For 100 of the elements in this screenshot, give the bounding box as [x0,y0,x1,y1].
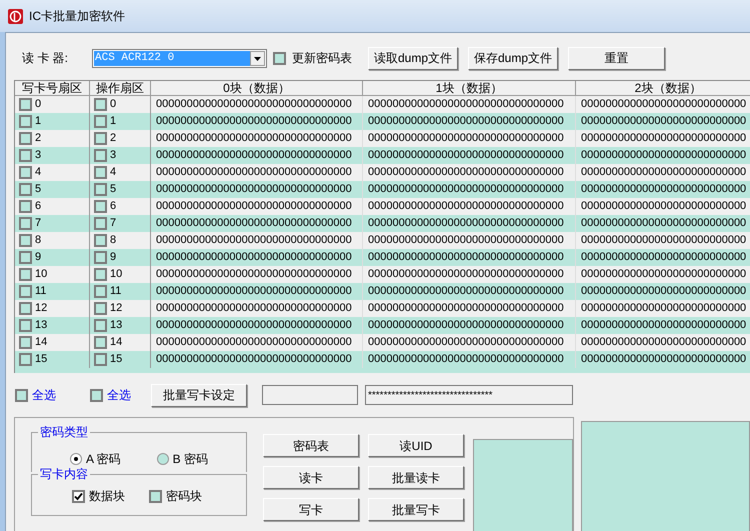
push-button[interactable]: 重置 [568,46,665,70]
table-cell-text: 13 [110,318,122,334]
sector-checkbox[interactable] [94,149,107,162]
table-cell-text: 00000000000000000000000000000000 [368,114,564,130]
table-cell-text: 00000000000000000000000000000000 [368,267,564,282]
push-button[interactable]: 批量读卡 [368,466,464,489]
table-cell-text: 11 [110,284,122,300]
table-cell-text: 14 [35,335,48,350]
select-all-link[interactable]: 全选 [107,386,131,404]
table-cell-text: 7 [110,216,116,232]
sector-checkbox[interactable] [94,217,107,230]
select-all-link[interactable]: 全选 [32,386,56,404]
table-cell-text: 00000000000000000000000000000000 [156,182,352,198]
table-cell-text: 4 [35,165,42,180]
sector-checkbox[interactable] [94,200,107,213]
table-cell-text: 1 [35,114,42,130]
app-logo-icon [8,8,23,24]
sector-checkbox[interactable] [19,166,32,179]
checkbox-label: 数据块 [89,488,125,505]
table-cell-text: 14 [110,335,122,350]
table-cell-text: 00000000000000000000000000000000 [156,199,352,214]
push-button[interactable]: 批量写卡设定 [151,384,247,406]
sector-checkbox[interactable] [94,302,107,315]
table-cell-text: 00000000000000000000000000000000 [156,318,352,334]
table-cell-text: 000000000000000000000000000 [581,131,746,146]
table-cell-text: 00000000000000000000000000000000 [368,97,564,112]
sector-checkbox[interactable] [94,319,107,332]
table-cell-text: 12 [110,301,122,316]
table-cell-text: 00000000000000000000000000000000 [368,352,564,368]
table-cell-text: 10 [110,267,122,282]
content-checkbox[interactable] [72,490,85,502]
sector-checkbox[interactable] [19,149,32,162]
group-title: 写卡内容 [38,467,90,481]
push-button[interactable]: 读卡 [263,466,359,489]
sector-checkbox[interactable] [94,98,107,111]
sector-checkbox[interactable] [19,285,32,298]
table-cell-text: 000000000000000000000000000 [581,233,746,248]
push-button[interactable]: 保存dump文件 [468,46,558,70]
table-cell-text: 00000000000000000000000000000000 [368,335,564,350]
radio-label: A 密码 [86,451,121,468]
sector-checkbox[interactable] [94,115,107,128]
empty-field[interactable] [262,385,358,405]
push-button[interactable]: 批量写卡 [368,498,464,521]
push-button[interactable]: 读取dump文件 [368,46,458,70]
table-cell-text: 2 [35,131,42,146]
select-all-checkbox[interactable] [90,388,103,402]
table-cell-text: 00000000000000000000000000000000 [368,165,564,180]
table-cell-text: 2 [110,131,116,146]
reader-label: 读 卡 器: [22,50,70,67]
table-cell-text: 1 [110,114,116,130]
sector-checkbox[interactable] [94,166,107,179]
sector-checkbox[interactable] [19,115,32,128]
table-cell-text: 00000000000000000000000000000000 [368,148,564,164]
sector-checkbox[interactable] [19,302,32,315]
table-cell-text: 00000000000000000000000000000000 [368,182,564,198]
sector-checkbox[interactable] [19,98,32,111]
radio-button[interactable] [156,453,169,465]
reader-value: ACS ACR122 0 [94,50,250,66]
table-cell-text: 13 [35,318,48,334]
table-cell-text: 00000000000000000000000000000000 [156,97,352,112]
table-cell-text: 000000000000000000000000000 [581,97,746,112]
sector-checkbox[interactable] [19,319,32,332]
push-button[interactable]: 密码表 [263,434,359,457]
sector-checkbox[interactable] [94,336,107,349]
sector-checkbox[interactable] [94,234,107,247]
sector-checkbox[interactable] [94,251,107,264]
table-cell-text: 11 [35,284,46,300]
push-button[interactable]: 写卡 [263,498,359,521]
sector-checkbox[interactable] [19,336,32,349]
sector-checkbox[interactable] [94,183,107,196]
table-cell-text: 000000000000000000000000000 [581,250,746,266]
sector-checkbox[interactable] [19,234,32,247]
sector-checkbox[interactable] [19,251,32,264]
sector-checkbox[interactable] [19,353,32,366]
select-all-checkbox[interactable] [15,388,28,402]
update-keys-checkbox[interactable] [273,52,286,64]
table-cell-text: 00000000000000000000000000000000 [368,301,564,316]
table-cell-text: 000000000000000000000000000 [581,267,746,282]
table-cell-text: 8 [35,233,42,248]
content-checkbox[interactable] [149,490,162,502]
table-cell-text: 10 [35,267,48,282]
sector-checkbox[interactable] [19,217,32,230]
checkbox-label: 密码块 [166,488,202,505]
sector-checkbox[interactable] [19,183,32,196]
key-value: ******************************** [368,388,493,402]
sector-checkbox[interactable] [19,268,32,281]
table-cell-text: 000000000000000000000000000 [581,335,746,350]
table-cell-text: 12 [35,301,48,316]
sector-checkbox[interactable] [19,200,32,213]
radio-button[interactable] [70,453,82,465]
sector-checkbox[interactable] [94,132,107,145]
key-field[interactable]: ******************************** [365,385,573,405]
table-cell-text: 00000000000000000000000000000000 [156,216,352,232]
sector-checkbox[interactable] [94,285,107,298]
checkmark-icon [74,492,83,500]
sector-checkbox[interactable] [94,353,107,366]
table-cell-text: 00000000000000000000000000000000 [368,216,564,232]
push-button[interactable]: 读UID [368,434,464,457]
sector-checkbox[interactable] [94,268,107,281]
sector-checkbox[interactable] [19,132,32,145]
